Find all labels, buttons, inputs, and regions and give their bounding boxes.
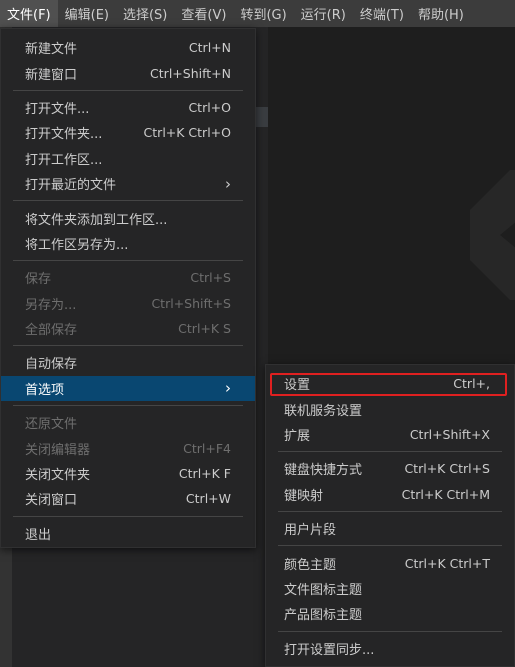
menu-item-extensions[interactable]: 扩展 Ctrl+Shift+X <box>266 422 514 447</box>
label: 另存为... <box>25 297 77 313</box>
menu-item-save: 保存 Ctrl+S <box>1 265 255 290</box>
label: 键映射 <box>284 488 324 504</box>
menu-item-close-window[interactable]: 关闭窗口 Ctrl+W <box>1 486 255 511</box>
shortcut: Ctrl+, <box>453 376 490 392</box>
menu-edit[interactable]: 编辑(E) <box>58 0 116 27</box>
label: 保存 <box>25 272 52 288</box>
menu-view[interactable]: 查看(V) <box>174 0 233 27</box>
menu-item-color-theme[interactable]: 颜色主题 Ctrl+K Ctrl+T <box>266 550 514 575</box>
menu-item-online-services-settings[interactable]: 联机服务设置 <box>266 396 514 421</box>
menu-item-open-folder[interactable]: 打开文件夹... Ctrl+K Ctrl+O <box>1 120 255 145</box>
menu-bar: 文件(F) 编辑(E) 选择(S) 查看(V) 转到(G) 运行(R) 终端(T… <box>0 0 515 27</box>
menu-terminal[interactable]: 终端(T) <box>353 0 411 27</box>
label: 还原文件 <box>25 417 78 433</box>
menu-item-settings-sync[interactable]: 打开设置同步... <box>266 636 514 661</box>
label: 文件图标主题 <box>284 582 363 598</box>
menu-item-file-icon-theme[interactable]: 文件图标主题 <box>266 576 514 601</box>
menu-item-exit[interactable]: 退出 <box>1 521 255 546</box>
separator <box>13 515 243 517</box>
label: 退出 <box>25 527 52 543</box>
label: 用户片段 <box>284 523 337 539</box>
label: 打开工作区... <box>25 152 103 168</box>
label: 将工作区另存为... <box>25 237 129 253</box>
label: 自动保存 <box>25 357 78 373</box>
shortcut: Ctrl+K Ctrl+O <box>143 125 231 141</box>
menu-item-open-recent[interactable]: 打开最近的文件 › <box>1 171 255 196</box>
shortcut: Ctrl+K S <box>178 321 231 337</box>
shortcut: Ctrl+Shift+S <box>151 295 231 311</box>
shortcut: Ctrl+Shift+N <box>150 65 231 81</box>
menu-file[interactable]: 文件(F) <box>0 0 58 27</box>
label: 打开设置同步... <box>284 642 375 658</box>
label: 关闭文件夹 <box>25 468 91 484</box>
shortcut: Ctrl+K Ctrl+S <box>404 461 490 477</box>
separator <box>13 260 243 262</box>
shortcut: Ctrl+N <box>188 40 231 56</box>
file-menu: 新建文件 Ctrl+N 新建窗口 Ctrl+Shift+N 打开文件... Ctrl+… <box>0 28 256 548</box>
menu-item-user-snippets[interactable]: 用户片段 <box>266 516 514 541</box>
label: 全部保存 <box>25 323 78 339</box>
menu-item-add-folder-to-workspace[interactable]: 将文件夹添加到工作区... <box>1 205 255 230</box>
label: 联机服务设置 <box>284 403 363 419</box>
separator <box>13 405 243 407</box>
menu-item-product-icon-theme[interactable]: 产品图标主题 <box>266 601 514 626</box>
label: 新建窗口 <box>25 67 78 83</box>
shortcut: Ctrl+K F <box>178 466 231 482</box>
menu-item-save-all: 全部保存 Ctrl+K S <box>1 316 255 341</box>
separator <box>13 89 243 91</box>
label: 将文件夹添加到工作区... <box>25 212 168 228</box>
label: 产品图标主题 <box>284 608 363 624</box>
label: 设置 <box>284 378 311 394</box>
shortcut: Ctrl+Shift+X <box>409 426 490 442</box>
vscode-logo-watermark-icon <box>470 170 515 300</box>
label: 打开文件夹... <box>25 127 103 143</box>
shortcut: Ctrl+O <box>188 99 231 115</box>
chevron-right-icon: › <box>225 379 231 398</box>
menu-run[interactable]: 运行(R) <box>294 0 353 27</box>
chevron-right-icon: › <box>225 174 231 193</box>
menu-item-revert-file: 还原文件 <box>1 410 255 435</box>
separator <box>278 630 502 632</box>
menu-item-preferences[interactable]: 首选项 › <box>1 375 255 402</box>
menu-item-keymaps[interactable]: 键映射 Ctrl+K Ctrl+M <box>266 482 514 507</box>
shortcut: Ctrl+S <box>190 270 231 286</box>
menu-selection[interactable]: 选择(S) <box>116 0 174 27</box>
menu-item-new-window[interactable]: 新建窗口 Ctrl+Shift+N <box>1 60 255 85</box>
separator <box>278 510 502 512</box>
menu-item-settings[interactable]: 设置 Ctrl+, <box>266 371 514 396</box>
menu-item-close-editor: 关闭编辑器 Ctrl+F4 <box>1 435 255 460</box>
label: 扩展 <box>284 428 311 444</box>
label: 关闭编辑器 <box>25 442 91 458</box>
menu-item-open-workspace[interactable]: 打开工作区... <box>1 146 255 171</box>
separator <box>13 200 243 202</box>
label: 关闭窗口 <box>25 493 78 509</box>
shortcut: Ctrl+K Ctrl+T <box>404 555 490 571</box>
shortcut: Ctrl+F4 <box>183 440 231 456</box>
label: 颜色主题 <box>284 557 337 573</box>
menu-item-close-folder[interactable]: 关闭文件夹 Ctrl+K F <box>1 461 255 486</box>
label: 首选项 <box>25 382 65 398</box>
label: 新建文件 <box>25 42 78 58</box>
separator <box>13 345 243 347</box>
menu-item-auto-save[interactable]: 自动保存 <box>1 350 255 375</box>
label: 打开文件... <box>25 101 90 117</box>
menu-item-save-workspace-as[interactable]: 将工作区另存为... <box>1 231 255 256</box>
menu-item-open-file[interactable]: 打开文件... Ctrl+O <box>1 95 255 120</box>
scrollbar-thumb[interactable] <box>256 107 268 127</box>
label: 键盘快捷方式 <box>284 463 363 479</box>
separator <box>278 451 502 453</box>
menu-help[interactable]: 帮助(H) <box>411 0 471 27</box>
label: 打开最近的文件 <box>25 178 117 194</box>
menu-item-keyboard-shortcuts[interactable]: 键盘快捷方式 Ctrl+K Ctrl+S <box>266 456 514 481</box>
shortcut: Ctrl+W <box>185 491 231 507</box>
preferences-submenu: 设置 Ctrl+, 联机服务设置 扩展 Ctrl+Shift+X 键盘快捷方式 Ctr… <box>265 364 515 667</box>
menu-item-save-as: 另存为... Ctrl+Shift+S <box>1 291 255 316</box>
menu-item-new-file[interactable]: 新建文件 Ctrl+N <box>1 35 255 60</box>
separator <box>278 545 502 547</box>
menu-go[interactable]: 转到(G) <box>233 0 293 27</box>
shortcut: Ctrl+K Ctrl+M <box>401 486 490 502</box>
